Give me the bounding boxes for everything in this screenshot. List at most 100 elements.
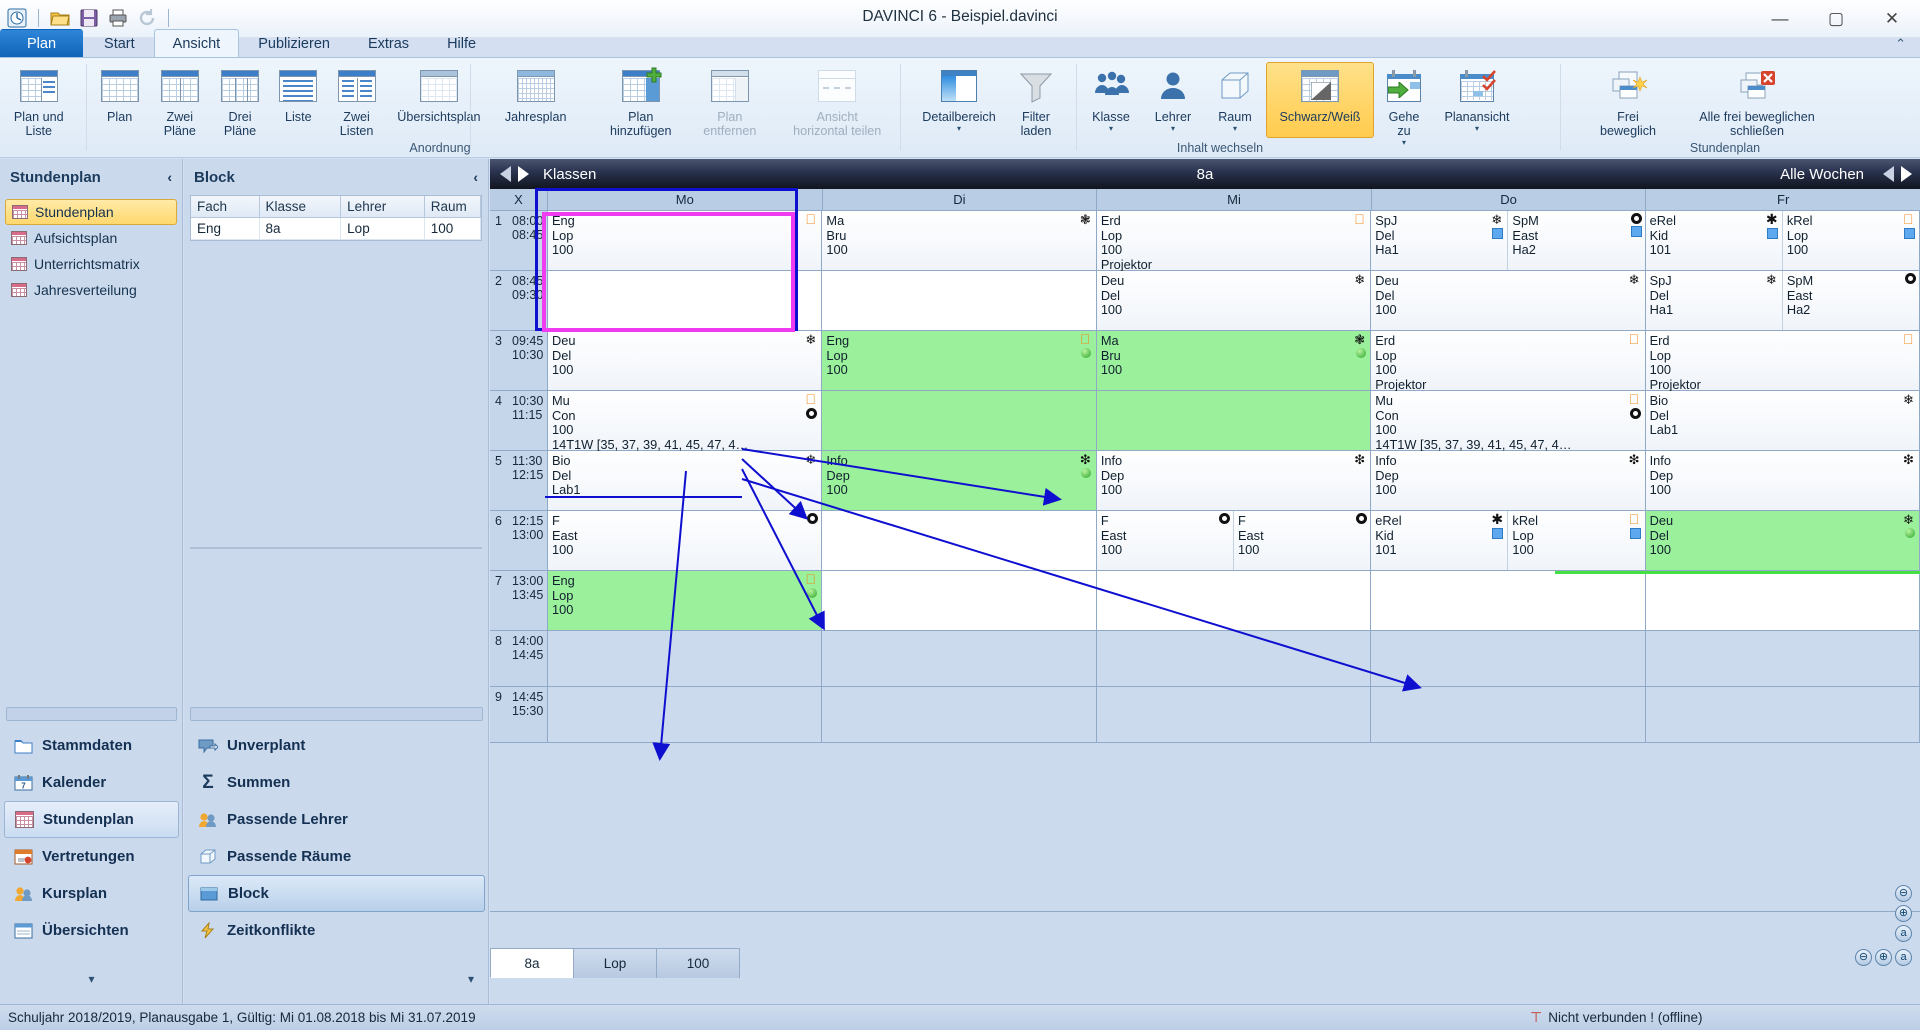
lesson-cell[interactable]: [1371, 571, 1645, 630]
collapse-block-panel-icon[interactable]: ‹: [473, 169, 478, 185]
left-panel-more-icon[interactable]: ▾: [0, 972, 183, 986]
col-header-di[interactable]: Di: [823, 189, 1098, 210]
zoom-out-icon[interactable]: ⊖: [1895, 885, 1912, 902]
day-cell[interactable]: [548, 271, 823, 330]
lesson-cell[interactable]: SpJ Del Ha1 ❄: [1645, 271, 1783, 330]
tab-start[interactable]: Start: [85, 29, 154, 58]
block-item-summen[interactable]: Σ Summen: [188, 764, 485, 801]
table-row[interactable]: Eng 8a Lop 100: [191, 218, 481, 240]
ribbon-button-klasse[interactable]: Klasse ▾: [1080, 62, 1142, 134]
ribbon-button-schwarz-weiss[interactable]: Schwarz/Weiß: [1266, 62, 1374, 138]
day-cell[interactable]: Bio Del Lab1 ❄: [548, 451, 823, 510]
day-cell[interactable]: SpJ Del Ha1 ❄ SpM East Ha2: [1371, 211, 1646, 270]
lesson-cell[interactable]: [1097, 687, 1370, 742]
day-cell[interactable]: Deu Del 100 ❄: [1371, 271, 1646, 330]
day-cell[interactable]: Deu Del 100 ❄: [1645, 511, 1920, 570]
chevron-down-icon[interactable]: ▾: [1233, 125, 1237, 133]
lesson-cell[interactable]: [822, 571, 1096, 630]
lesson-cell[interactable]: Bio Del Lab1 ❄: [1645, 391, 1920, 450]
lesson-cell[interactable]: Info Dep 100 ❇: [1645, 451, 1920, 510]
module-kursplan[interactable]: Kursplan: [4, 875, 179, 912]
chevron-down-icon[interactable]: ▾: [1171, 125, 1175, 133]
ribbon-button-liste[interactable]: Liste: [270, 62, 326, 125]
lesson-cell[interactable]: [1371, 687, 1644, 742]
day-cell[interactable]: Bio Del Lab1 ❄: [1645, 391, 1920, 450]
lesson-cell[interactable]: Info Dep 100 ❇: [1096, 451, 1371, 510]
ribbon-button-plan[interactable]: Plan: [90, 62, 150, 125]
day-cell[interactable]: [822, 511, 1097, 570]
lesson-cell[interactable]: Info Dep 100 ❇: [822, 451, 1096, 510]
day-cell[interactable]: ErdLop100Projektor: [1096, 211, 1372, 271]
day-cell[interactable]: ErdLop100Projektor: [1371, 331, 1646, 391]
day-cell[interactable]: Ma Bru 100 ❃: [1096, 331, 1372, 390]
ribbon-button-raum[interactable]: Raum ▾: [1204, 62, 1266, 134]
module-vertretungen[interactable]: Vertretungen: [4, 838, 179, 875]
day-cell[interactable]: [548, 687, 823, 742]
zoom-in-icon[interactable]: ⊕: [1895, 905, 1912, 922]
day-cell[interactable]: [1371, 571, 1646, 630]
ribbon-button-uebersichtsplan[interactable]: Übersichtsplan: [387, 62, 491, 125]
block-panel-more-icon[interactable]: ▾: [468, 972, 474, 986]
day-cell[interactable]: [1645, 631, 1920, 686]
tab-hilfe[interactable]: Hilfe: [428, 29, 495, 58]
lesson-cell[interactable]: [822, 511, 1096, 570]
lesson-cell[interactable]: EngLop100 : [822, 331, 1096, 390]
col-header-x[interactable]: X: [490, 189, 548, 210]
lesson-cell[interactable]: SpM East Ha2: [1782, 271, 1920, 330]
lesson-cell[interactable]: EngLop100 : [548, 211, 822, 270]
day-cell[interactable]: [1096, 571, 1372, 630]
block-panel-splitter[interactable]: [190, 707, 483, 721]
lesson-cell[interactable]: [1096, 391, 1371, 450]
left-item-aufsichtsplan[interactable]: Aufsichtsplan: [5, 225, 177, 251]
day-cell[interactable]: eRelKid101 ✱ kRelLop100 : [1371, 511, 1646, 570]
day-cell[interactable]: ErdLop100Projektor: [1645, 331, 1920, 391]
left-item-jahresverteilung[interactable]: Jahresverteilung: [5, 277, 177, 303]
day-cell[interactable]: Info Dep 100 ❇: [822, 451, 1097, 510]
day-cell[interactable]: Info Dep 100 ❇: [1096, 451, 1372, 510]
day-cell[interactable]: [822, 631, 1097, 686]
day-cell[interactable]: [1645, 687, 1920, 742]
lesson-cell[interactable]: Ma Bru 100 ❃: [822, 211, 1096, 270]
block-item-passende-lehrer[interactable]: Passende Lehrer: [188, 801, 485, 838]
lesson-cell[interactable]: eRel Kid 101 ✱: [1371, 511, 1509, 570]
panel-splitter[interactable]: [6, 707, 177, 721]
lesson-cell[interactable]: [1646, 631, 1919, 686]
lesson-cell[interactable]: [822, 391, 1096, 450]
ribbon-button-zwei-listen[interactable]: Zwei Listen: [326, 62, 386, 139]
col-header-mo[interactable]: Mo: [548, 189, 823, 210]
ribbon-button-drei-plaene[interactable]: Drei Pläne: [210, 62, 270, 139]
lesson-cell[interactable]: [1645, 571, 1920, 630]
day-cell[interactable]: EngLop100 : [548, 571, 823, 630]
day-cell[interactable]: Info Dep 100 ❇: [1371, 451, 1646, 510]
ribbon-button-filter-laden[interactable]: Filter laden: [1004, 62, 1068, 139]
tab-plan[interactable]: Plan: [0, 29, 84, 58]
lesson-cell[interactable]: Deu Del 100 ❄: [548, 331, 822, 390]
lesson-cell[interactable]: ErdLop100Projektor: [1096, 211, 1371, 271]
day-cell[interactable]: eRelKid101 ✱ kRelLop100 : [1645, 211, 1920, 270]
tab-extras[interactable]: Extras: [349, 29, 428, 58]
lesson-cell[interactable]: Info Dep 100 ❇: [1371, 451, 1645, 510]
module-uebersichten[interactable]: Übersichten: [4, 912, 179, 949]
col-header-fach[interactable]: Fach: [191, 196, 260, 218]
day-cell[interactable]: [822, 687, 1097, 742]
col-header-raum[interactable]: Raum: [424, 196, 481, 218]
col-header-fr[interactable]: Fr: [1646, 189, 1920, 210]
block-item-unverplant[interactable]: Unverplant: [188, 727, 485, 764]
lesson-cell[interactable]: Mu Con 100 14T1W [35, 37, 39, 41, 45, 47, 4…: [1371, 391, 1645, 451]
chevron-down-icon[interactable]: ▾: [1109, 125, 1113, 133]
chevron-down-icon[interactable]: ▾: [957, 125, 961, 133]
day-cell[interactable]: [822, 271, 1097, 330]
lesson-cell[interactable]: Ma Bru 100 ❃: [1096, 331, 1371, 390]
left-item-unterrichtsmatrix[interactable]: Unterrichtsmatrix: [5, 251, 177, 277]
collapse-left-panel-icon[interactable]: ‹: [167, 169, 172, 185]
day-cell[interactable]: Mu Con 100 14T1W [35, 37, 39, 41, 45, 47, 4…: [548, 391, 823, 451]
lesson-cell[interactable]: Deu Del 100 ❄: [1371, 271, 1645, 330]
lesson-cell[interactable]: kRelLop100 : [1782, 211, 1920, 270]
ribbon-button-lehrer[interactable]: Lehrer ▾: [1142, 62, 1204, 134]
lesson-cell[interactable]: [548, 271, 822, 330]
day-cell[interactable]: [1645, 571, 1920, 630]
prev-week-icon[interactable]: [1883, 166, 1894, 182]
ribbon-button-plan-und-liste[interactable]: Plan und Liste: [0, 62, 78, 139]
lesson-cell[interactable]: [822, 687, 1095, 742]
lesson-cell[interactable]: Mu Con 100 14T1W [35, 37, 39, 41, 45, 47, 4…: [548, 391, 822, 451]
